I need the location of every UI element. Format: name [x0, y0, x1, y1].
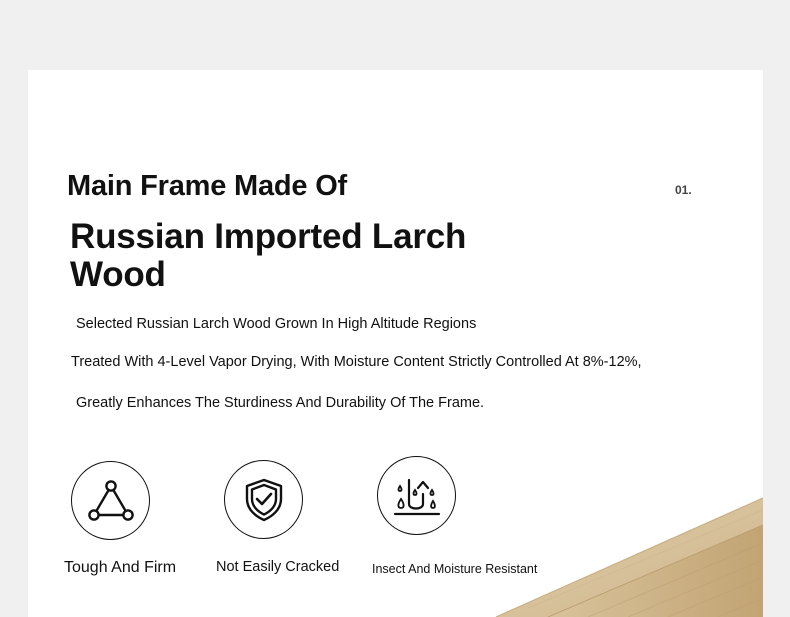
step-number: 01.	[675, 183, 692, 197]
feature-label: Tough And Firm	[64, 559, 177, 576]
triangle-nodes-icon	[87, 479, 134, 521]
moisture-drops-icon	[393, 478, 440, 515]
title-line: Main Frame Made Of	[67, 170, 348, 202]
title-main: Russian Imported Larch Wood	[70, 217, 467, 294]
feature-label: Not Easily Cracked	[216, 559, 340, 575]
description-line: Greatly Enhances The Sturdiness And Dura…	[76, 395, 485, 411]
feature-moisture-badge	[377, 456, 456, 535]
description-line: Treated With 4-Level Vapor Drying, With …	[71, 354, 642, 370]
feature-crack-badge	[224, 460, 303, 539]
feature-tough-badge	[71, 461, 150, 540]
shield-check-icon	[245, 478, 282, 521]
description-line: Selected Russian Larch Wood Grown In Hig…	[76, 316, 477, 332]
larch-wood-image	[495, 497, 763, 617]
feature-label: Insect And Moisture Resistant	[372, 562, 538, 576]
content-card: Main Frame Made Of 01. Russian Imported …	[28, 70, 763, 617]
